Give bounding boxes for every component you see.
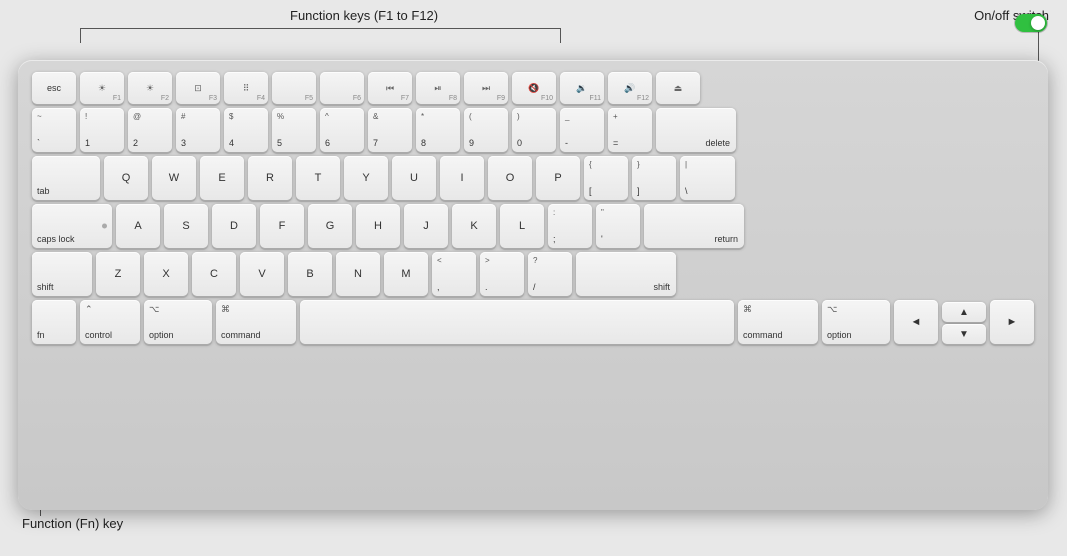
key-f9[interactable]: ⏭F9 — [464, 72, 508, 104]
key-3[interactable]: #3 — [176, 108, 220, 152]
fn-key-label: Function (Fn) key — [22, 516, 123, 531]
key-e[interactable]: E — [200, 156, 244, 200]
key-arrow-left[interactable]: ◄ — [894, 300, 938, 344]
key-slash[interactable]: ?/ — [528, 252, 572, 296]
key-eject[interactable]: ⏏ — [656, 72, 700, 104]
key-2[interactable]: @2 — [128, 108, 172, 152]
key-z[interactable]: Z — [96, 252, 140, 296]
key-comma[interactable]: <, — [432, 252, 476, 296]
key-quote[interactable]: "' — [596, 204, 640, 248]
switch-toggle[interactable] — [1015, 14, 1047, 32]
key-p[interactable]: P — [536, 156, 580, 200]
key-f1[interactable]: ☀F1 — [80, 72, 124, 104]
key-8[interactable]: *8 — [416, 108, 460, 152]
key-caps-lock[interactable]: caps lock — [32, 204, 112, 248]
key-tab[interactable]: tab — [32, 156, 100, 200]
key-delete[interactable]: delete — [656, 108, 736, 152]
key-f4[interactable]: ⠿F4 — [224, 72, 268, 104]
key-f[interactable]: F — [260, 204, 304, 248]
asdf-row: caps lock A S D F G H J K L :; "' return — [32, 204, 1034, 248]
key-j[interactable]: J — [404, 204, 448, 248]
key-u[interactable]: U — [392, 156, 436, 200]
function-keys-line-right — [560, 28, 561, 43]
key-return[interactable]: return — [644, 204, 744, 248]
function-keys-label: Function keys (F1 to F12) — [290, 8, 438, 23]
function-keys-line-left — [80, 28, 81, 43]
key-bracket-right[interactable]: }] — [632, 156, 676, 200]
key-f11[interactable]: 🔉F11 — [560, 72, 604, 104]
key-control[interactable]: ⌃ control — [80, 300, 140, 344]
key-backtick[interactable]: ~` — [32, 108, 76, 152]
key-option-left[interactable]: ⌥ option — [144, 300, 212, 344]
key-w[interactable]: W — [152, 156, 196, 200]
key-r[interactable]: R — [248, 156, 292, 200]
onoff-switch[interactable] — [1015, 14, 1047, 32]
key-i[interactable]: I — [440, 156, 484, 200]
key-k[interactable]: K — [452, 204, 496, 248]
key-n[interactable]: N — [336, 252, 380, 296]
key-5[interactable]: %5 — [272, 108, 316, 152]
key-6[interactable]: ^6 — [320, 108, 364, 152]
key-q[interactable]: Q — [104, 156, 148, 200]
key-shift-right[interactable]: shift — [576, 252, 676, 296]
key-arrow-down[interactable]: ▼ — [942, 324, 986, 344]
key-d[interactable]: D — [212, 204, 256, 248]
key-fn[interactable]: fn — [32, 300, 76, 344]
number-row: ~` !1 @2 #3 $4 %5 ^6 &7 *8 (9 )0 _- += d… — [32, 108, 1034, 152]
bottom-row: fn ⌃ control ⌥ option ⌘ command ⌘ comman… — [32, 300, 1034, 344]
key-f5[interactable]: F5 — [272, 72, 316, 104]
key-4[interactable]: $4 — [224, 108, 268, 152]
key-s[interactable]: S — [164, 204, 208, 248]
key-backslash[interactable]: |\ — [680, 156, 735, 200]
key-bracket-left[interactable]: {[ — [584, 156, 628, 200]
function-key-row: esc ☀F1 ☀F2 ⊡F3 ⠿F4 F5 F6 ⏮F7 ⏯F8 ⏭F9 🔇F… — [32, 72, 1034, 104]
key-9[interactable]: (9 — [464, 108, 508, 152]
key-m[interactable]: M — [384, 252, 428, 296]
key-shift-left[interactable]: shift — [32, 252, 92, 296]
key-spacebar[interactable] — [300, 300, 734, 344]
key-a[interactable]: A — [116, 204, 160, 248]
key-0[interactable]: )0 — [512, 108, 556, 152]
key-equals[interactable]: += — [608, 108, 652, 152]
key-period[interactable]: >. — [480, 252, 524, 296]
key-1[interactable]: !1 — [80, 108, 124, 152]
key-t[interactable]: T — [296, 156, 340, 200]
key-y[interactable]: Y — [344, 156, 388, 200]
key-command-right[interactable]: ⌘ command — [738, 300, 818, 344]
key-f6[interactable]: F6 — [320, 72, 364, 104]
key-f12[interactable]: 🔊F12 — [608, 72, 652, 104]
key-x[interactable]: X — [144, 252, 188, 296]
function-keys-line — [80, 28, 560, 29]
arrow-key-cluster: ◄ ▲ ▼ ► — [894, 300, 1034, 344]
key-b[interactable]: B — [288, 252, 332, 296]
key-minus[interactable]: _- — [560, 108, 604, 152]
key-option-right[interactable]: ⌥ option — [822, 300, 890, 344]
arrow-up-down-group: ▲ ▼ — [942, 302, 986, 344]
key-c[interactable]: C — [192, 252, 236, 296]
key-v[interactable]: V — [240, 252, 284, 296]
key-h[interactable]: H — [356, 204, 400, 248]
key-l[interactable]: L — [500, 204, 544, 248]
key-f3[interactable]: ⊡F3 — [176, 72, 220, 104]
keyboard: esc ☀F1 ☀F2 ⊡F3 ⠿F4 F5 F6 ⏮F7 ⏯F8 ⏭F9 🔇F… — [18, 60, 1048, 510]
key-f8[interactable]: ⏯F8 — [416, 72, 460, 104]
key-g[interactable]: G — [308, 204, 352, 248]
key-o[interactable]: O — [488, 156, 532, 200]
key-arrow-right[interactable]: ► — [990, 300, 1034, 344]
key-esc[interactable]: esc — [32, 72, 76, 104]
key-f10[interactable]: 🔇F10 — [512, 72, 556, 104]
key-semicolon[interactable]: :; — [548, 204, 592, 248]
key-command-left[interactable]: ⌘ command — [216, 300, 296, 344]
qwerty-row: tab Q W E R T Y U I O P {[ }] |\ — [32, 156, 1034, 200]
key-f7[interactable]: ⏮F7 — [368, 72, 412, 104]
key-f2[interactable]: ☀F2 — [128, 72, 172, 104]
key-7[interactable]: &7 — [368, 108, 412, 152]
zxcv-row: shift Z X C V B N M <, >. ?/ shift — [32, 252, 1034, 296]
key-arrow-up[interactable]: ▲ — [942, 302, 986, 322]
